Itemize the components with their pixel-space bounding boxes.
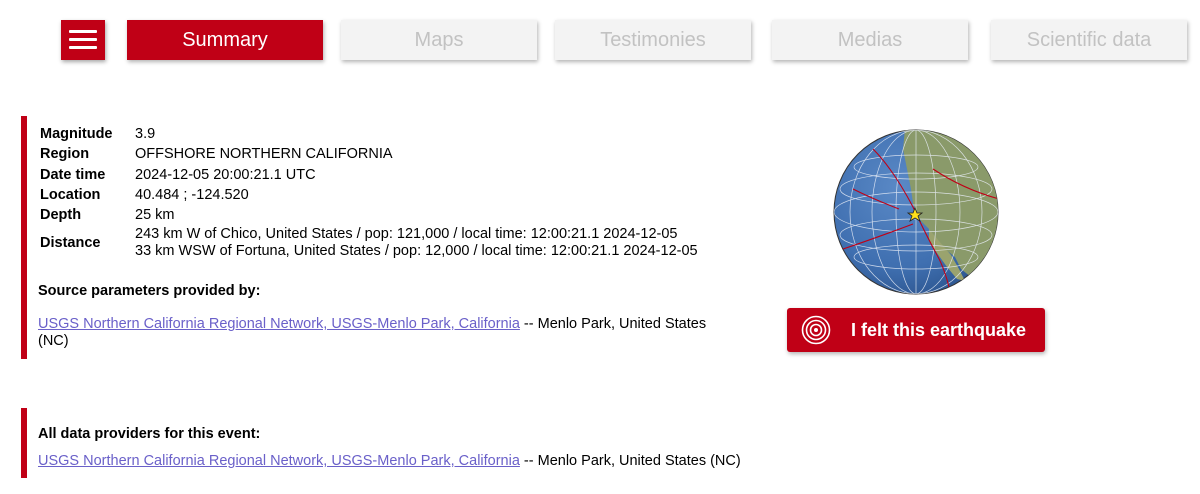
concentric-circles-icon	[801, 315, 831, 345]
location-label: Location	[40, 187, 101, 204]
tab-medias[interactable]: Medias	[772, 20, 968, 60]
region-label: Region	[40, 146, 90, 163]
event-summary-panel: Magnitude 3.9 Region OFFSHORE NORTHERN C…	[21, 116, 761, 359]
location-value: 40.484 ; -124.520	[135, 187, 249, 204]
felt-earthquake-button[interactable]: I felt this earthquake	[787, 308, 1045, 352]
info-row-depth: Depth 25 km	[40, 205, 698, 225]
info-row-region: Region OFFSHORE NORTHERN CALIFORNIA	[40, 144, 698, 164]
region-value: OFFSHORE NORTHERN CALIFORNIA	[135, 146, 393, 163]
menu-bar	[69, 38, 97, 41]
source-parameters-line: USGS Northern California Regional Networ…	[38, 316, 738, 350]
event-info-table: Magnitude 3.9 Region OFFSHORE NORTHERN C…	[40, 124, 698, 261]
distance-line: 33 km WSW of Fortuna, United States / po…	[135, 243, 698, 260]
provider-location-text: -- Menlo Park, United States (NC)	[519, 453, 741, 469]
distance-line: 243 km W of Chico, United States / pop: …	[135, 226, 678, 243]
magnitude-value: 3.9	[135, 126, 156, 143]
distance-label: Distance	[40, 235, 101, 252]
datetime-label: Date time	[40, 166, 106, 183]
distance-value: 243 km W of Chico, United States / pop: …	[135, 225, 698, 261]
menu-bar	[69, 30, 97, 33]
source-parameters-title: Source parameters provided by:	[38, 283, 261, 299]
depth-label: Depth	[40, 207, 82, 224]
top-navigation: Summary Maps Testimonies Medias Scientif…	[0, 0, 1200, 80]
tab-scientific-data[interactable]: Scientific data	[991, 20, 1187, 60]
depth-value: 25 km	[135, 207, 175, 224]
data-providers-panel: All data providers for this event: USGS …	[21, 408, 761, 478]
hamburger-menu-icon[interactable]	[61, 20, 105, 60]
data-providers-line: USGS Northern California Regional Networ…	[38, 453, 741, 469]
menu-bar	[69, 46, 97, 49]
source-network-link[interactable]: USGS Northern California Regional Networ…	[38, 316, 520, 332]
provider-network-link[interactable]: USGS Northern California Regional Networ…	[38, 453, 520, 469]
tab-summary[interactable]: Summary	[127, 20, 323, 60]
felt-earthquake-label: I felt this earthquake	[851, 320, 1027, 340]
info-row-distance: Distance 243 km W of Chico, United State…	[40, 225, 698, 261]
tab-testimonies[interactable]: Testimonies	[555, 20, 751, 60]
datetime-value: 2024-12-05 20:00:21.1 UTC	[135, 166, 316, 183]
info-row-datetime: Date time 2024-12-05 20:00:21.1 UTC	[40, 165, 698, 185]
magnitude-label: Magnitude	[40, 126, 113, 143]
info-row-location: Location 40.484 ; -124.520	[40, 185, 698, 205]
info-row-magnitude: Magnitude 3.9	[40, 124, 698, 144]
globe-map-icon[interactable]	[833, 129, 999, 295]
data-providers-title: All data providers for this event:	[38, 426, 261, 442]
tab-maps[interactable]: Maps	[341, 20, 537, 60]
